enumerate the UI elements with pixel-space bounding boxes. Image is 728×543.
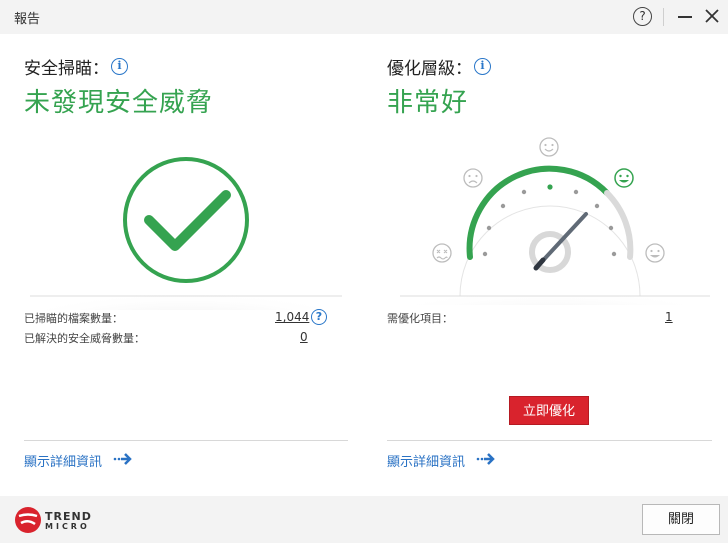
logo-text-micro: MICRO [45, 522, 90, 531]
close-button[interactable]: 關閉 [642, 504, 720, 535]
security-check-graphic [30, 157, 342, 310]
optimization-level-label: 優化層級： [387, 59, 472, 79]
optimize-now-button[interactable]: 立即優化 [509, 396, 589, 425]
footer-bar [0, 496, 728, 543]
face-dizzy-icon [432, 243, 452, 263]
face-grin-icon [645, 243, 665, 263]
face-happy-icon [614, 168, 634, 188]
security-divider [24, 440, 348, 441]
arrow-right-icon[interactable] [113, 452, 133, 466]
scanned-files-label: 已掃瞄的檔案數量： [24, 312, 123, 325]
trend-micro-logo-icon [15, 507, 41, 533]
items-to-optimize-value[interactable]: 1 [665, 310, 673, 324]
security-details-link[interactable]: 顯示詳細資訊 [24, 451, 102, 470]
security-info-icon[interactable]: i [111, 58, 128, 75]
scanned-help-icon[interactable]: ? [311, 309, 327, 325]
arrow-right-icon[interactable] [476, 452, 496, 466]
face-smile-icon [539, 137, 559, 157]
close-icon[interactable] [704, 8, 720, 24]
resolved-threats-value[interactable]: 0 [300, 330, 308, 344]
security-scan-label: 安全掃瞄： [24, 59, 109, 79]
help-icon[interactable]: ? [633, 7, 652, 26]
optimization-divider [387, 440, 712, 441]
window-title: 報告 [14, 12, 41, 27]
security-status: 未發現安全威脅 [24, 88, 214, 118]
minimize-icon[interactable] [678, 16, 692, 18]
face-sad-icon [463, 168, 483, 188]
title-bar: 報告 ? [0, 0, 728, 34]
resolved-threats-label: 已解決的安全威脅數量： [24, 332, 145, 345]
optimization-status: 非常好 [387, 88, 469, 118]
optimization-gauge [400, 137, 710, 305]
check-circle [123, 157, 249, 283]
items-to-optimize-label: 需優化項目： [387, 312, 453, 325]
optimization-details-link[interactable]: 顯示詳細資訊 [387, 451, 465, 470]
optimization-info-icon[interactable]: i [474, 58, 491, 75]
scanned-files-value[interactable]: 1,044 [275, 310, 309, 324]
titlebar-divider [663, 8, 664, 26]
